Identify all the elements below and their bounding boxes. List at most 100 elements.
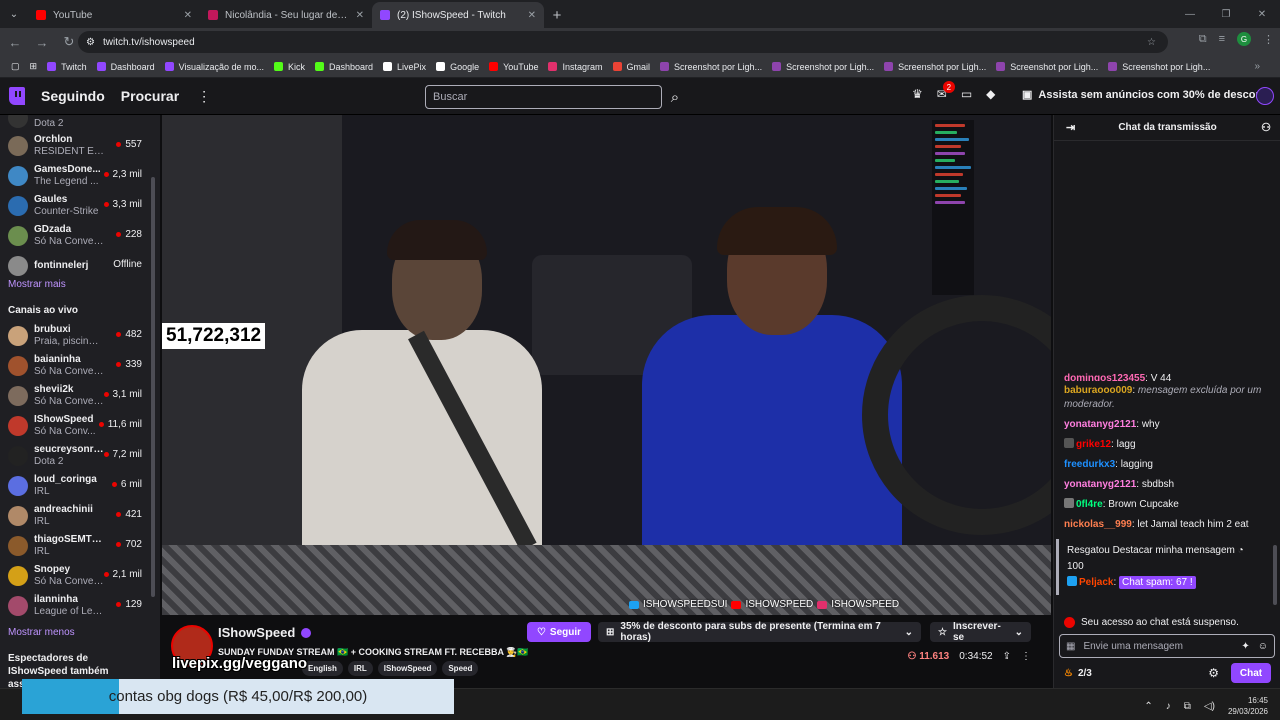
show-more-link[interactable]: Mostrar mais xyxy=(8,279,66,290)
search-icon[interactable]: ⌕ xyxy=(664,85,686,109)
site-info-icon[interactable]: ⚙ xyxy=(86,37,95,48)
more-options-icon[interactable]: ⋮ xyxy=(197,88,211,105)
minimize-icon[interactable]: — xyxy=(1172,0,1208,28)
bookmark-item[interactable]: Screenshot por Ligh... xyxy=(655,62,767,72)
sidebar-channel[interactable]: brubuxi Praia, piscina o... 482 xyxy=(0,321,150,351)
chat-settings-gear-icon[interactable]: ⚙ xyxy=(1208,666,1219,680)
bookmark-item[interactable]: LivePix xyxy=(378,62,431,72)
chat-username[interactable]: nickolas__999 xyxy=(1064,519,1132,530)
emote-icon[interactable]: ☺ xyxy=(1258,641,1268,652)
tag-english[interactable]: English xyxy=(302,661,343,676)
nav-following[interactable]: Seguindo xyxy=(41,88,105,104)
chat-username[interactable]: baburaooo009 xyxy=(1064,385,1132,396)
network-icon[interactable]: ⧉ xyxy=(1184,701,1191,712)
whispers-icon[interactable]: ▭ xyxy=(961,87,972,101)
back-arrow-icon[interactable]: ← xyxy=(3,30,27,54)
bookmark-item[interactable]: Dashboard xyxy=(92,62,160,72)
notifications-icon[interactable]: ✉ 2 xyxy=(937,81,955,101)
chat-username[interactable]: 0fl4re xyxy=(1076,499,1103,510)
new-tab-button[interactable]: + xyxy=(544,2,570,28)
chat-username[interactable]: yonatanyg2121 xyxy=(1064,419,1136,430)
sidebar-channel[interactable]: fontinnelerj Offline xyxy=(0,251,150,281)
sidebar-scrollbar[interactable] xyxy=(151,177,155,597)
search-input[interactable]: Buscar xyxy=(425,85,662,109)
bookmark-item[interactable]: Google xyxy=(431,62,484,72)
follow-button[interactable]: ♡ Seguir xyxy=(527,622,591,642)
forward-arrow-icon[interactable]: → xyxy=(30,30,54,54)
close-tab-icon[interactable]: ✕ xyxy=(528,10,536,21)
channel-points[interactable]: ♨ 2/3 xyxy=(1064,668,1092,679)
chat-username[interactable]: Peljack xyxy=(1079,577,1113,588)
chevron-up-icon[interactable]: ⌃ xyxy=(1144,701,1152,712)
sidebar-channel[interactable]: baianinha Só Na Conversa 339 xyxy=(0,351,150,381)
system-clock[interactable]: 16:45 29/03/2026 xyxy=(1228,695,1268,717)
bookmark-item[interactable]: Twitch xyxy=(42,62,92,72)
extensions-icon[interactable]: ⧉ xyxy=(1199,33,1207,46)
sidebar-channel[interactable]: IShowSpeed Só Na Conv... 11,6 mil xyxy=(0,411,150,441)
crown-icon[interactable]: ♛ xyxy=(912,87,923,101)
bookmark-item[interactable]: Dashboard xyxy=(310,62,378,72)
bookmark-item[interactable]: Screenshot por Ligh... xyxy=(1103,62,1215,72)
close-tab-icon[interactable]: ✕ xyxy=(356,10,364,21)
tag-speed[interactable]: Speed xyxy=(442,661,479,676)
browser-tab-youtube[interactable]: YouTube ✕ xyxy=(28,2,200,28)
show-less-link[interactable]: Mostrar menos xyxy=(8,627,75,638)
apps-grid-icon[interactable]: ⊞ xyxy=(25,61,43,72)
sidebar-channel[interactable]: andreachinii IRL 421 xyxy=(0,501,150,531)
collapse-chat-icon[interactable]: ⇥ xyxy=(1066,121,1075,134)
chat-input[interactable]: ▦ Envie uma mensagem ✦ ☺ xyxy=(1059,634,1275,658)
sidebar-channel[interactable]: loud_coringa IRL 6 mil xyxy=(0,471,150,501)
community-icon[interactable]: ⚇ xyxy=(1261,121,1271,134)
bits-cheer-icon[interactable]: ✦ xyxy=(1241,641,1249,652)
tag-irl[interactable]: IRL xyxy=(347,661,373,676)
user-avatar[interactable] xyxy=(1256,87,1274,105)
reading-list-icon[interactable]: ≡ xyxy=(1219,33,1225,45)
sidebar-channel[interactable]: Snopey Só Na Conver... 2,1 mil xyxy=(0,561,150,591)
bookmark-star-icon[interactable]: ☆ xyxy=(1147,37,1156,48)
subscribe-button[interactable]: ☆ Inscrever-se ⌄ xyxy=(930,621,1031,643)
bookmark-item[interactable]: Screenshot por Ligh... xyxy=(767,62,879,72)
bookmark-item[interactable]: Kick xyxy=(269,62,310,72)
sidebar-toggle-icon[interactable]: ▢ xyxy=(6,61,25,72)
bookmark-item[interactable]: YouTube xyxy=(484,62,543,72)
bookmark-item[interactable]: Screenshot por Ligh... xyxy=(879,62,991,72)
tag-ishowspeed[interactable]: IShowSpeed xyxy=(377,661,438,676)
bookmark-item[interactable]: Screenshot por Ligh... xyxy=(991,62,1103,72)
more-bookmarks-icon[interactable]: » xyxy=(1254,61,1260,72)
chat-username[interactable]: domingos123455 xyxy=(1064,373,1145,381)
sidebar-channel[interactable]: seucreysonre... Dota 2 7,2 mil xyxy=(0,441,150,471)
close-window-icon[interactable]: ✕ xyxy=(1244,0,1280,28)
close-tab-icon[interactable]: ✕ xyxy=(184,10,192,21)
chat-username[interactable]: grike12 xyxy=(1076,439,1111,450)
chat-badge-icon[interactable]: ▦ xyxy=(1066,641,1075,652)
browser-menu-icon[interactable]: ⋮ xyxy=(1263,33,1274,46)
sidebar-channel[interactable]: thiagoSEMTlivesIRL 702 xyxy=(0,531,150,561)
maximize-icon[interactable]: ❐ xyxy=(1208,0,1244,28)
send-chat-button[interactable]: Chat xyxy=(1231,663,1271,683)
video-player[interactable]: 51,722,312 ISHOWSPEEDSUI ISHOWSPEED ISHO… xyxy=(162,115,1051,615)
microphone-icon[interactable]: ♪ xyxy=(1166,701,1171,712)
browser-tab-twitch[interactable]: (2) IShowSpeed - Twitch ✕ xyxy=(372,2,544,28)
sidebar-channel[interactable]: GDzada Só Na Conversa 228 xyxy=(0,221,150,251)
chat-username[interactable]: yonatanyg2121 xyxy=(1064,479,1136,490)
tab-search-button[interactable]: ⌄ xyxy=(0,0,28,28)
channel-name[interactable]: IShowSpeed xyxy=(218,625,295,640)
chat-username[interactable]: freedurkx3 xyxy=(1064,459,1115,470)
volume-icon[interactable]: ◁) xyxy=(1204,701,1215,712)
share-icon[interactable]: ⇪ xyxy=(1003,651,1011,662)
bookmark-item[interactable]: Visualização de mo... xyxy=(160,62,269,72)
sidebar-channel[interactable]: OrchlonRESIDENT EVIL... 557 xyxy=(0,131,150,161)
bookmark-item[interactable]: Gmail xyxy=(608,62,656,72)
bits-icon[interactable]: ◆ xyxy=(986,87,995,101)
sidebar-channel[interactable]: ilanninhaLeague of Lege... 129 xyxy=(0,591,150,621)
twitch-logo-icon[interactable] xyxy=(9,87,25,105)
browser-tab-nicolandia[interactable]: Nicolândia - Seu lugar de diver ✕ xyxy=(200,2,372,28)
chat-scrollbar[interactable] xyxy=(1273,545,1277,605)
more-options-icon[interactable]: ⋮ xyxy=(1021,651,1031,662)
gift-sub-offer-button[interactable]: ⊞ 35% de desconto para subs de presente … xyxy=(598,621,921,643)
profile-avatar[interactable]: G xyxy=(1237,32,1251,46)
sidebar-channel[interactable]: Gaules Counter-Strike 3,3 mil xyxy=(0,191,150,221)
nav-browse[interactable]: Procurar xyxy=(121,88,179,104)
address-bar[interactable]: ⚙ twitch.tv/ishowspeed ☆ xyxy=(78,31,1168,53)
prime-offer-button[interactable]: ▣ Assista sem anúncios com 30% de descon… xyxy=(1022,88,1273,102)
